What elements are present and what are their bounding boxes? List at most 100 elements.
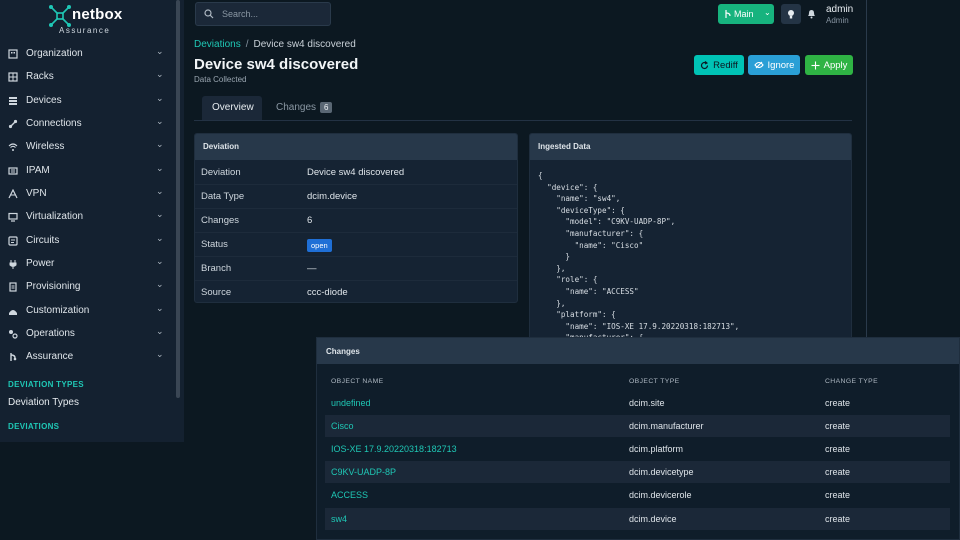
card-title: Deviation	[195, 134, 517, 160]
search-input[interactable]: Search...	[195, 2, 331, 26]
sidebar-item-racks[interactable]: Racks ⌄	[0, 66, 176, 88]
server-icon	[9, 97, 17, 105]
sidebar-item-circuits[interactable]: Circuits ⌄	[0, 230, 176, 252]
sidebar-item-wireless[interactable]: Wireless ⌄	[0, 136, 176, 158]
bell-icon[interactable]	[807, 9, 816, 19]
object-type: dcim.devicerole	[629, 490, 692, 500]
changes-count-badge: 6	[320, 102, 333, 113]
apply-button[interactable]: Apply	[805, 55, 853, 75]
tab-changes[interactable]: Changes 6	[266, 96, 336, 120]
object-name-link[interactable]: sw4	[331, 514, 347, 524]
table-row: undefined dcim.site create	[325, 392, 950, 414]
tab-overview[interactable]: Overview	[202, 96, 262, 120]
sidebar-item-customization[interactable]: Customization ⌄	[0, 300, 176, 322]
detail-value: ccc-diode	[307, 287, 348, 298]
detail-row: Changes 6	[195, 209, 517, 233]
rediff-button[interactable]: Rediff	[694, 55, 744, 75]
monitor-icon	[8, 212, 18, 222]
top-bar: Search... Main ⌄ admin Admin	[184, 0, 868, 30]
move-icon	[811, 61, 820, 69]
chevron-down-icon: ⌄	[156, 46, 164, 56]
sidebar-item-ipam[interactable]: IPAM ⌄	[0, 160, 176, 182]
detail-value: dcim.device	[307, 191, 358, 202]
sidebar-item-vpn[interactable]: VPN ⌄	[0, 183, 176, 205]
sidebar-item-label: Assurance	[26, 351, 74, 362]
ingested-json: { "device": { "name": "sw4", "deviceType…	[538, 171, 740, 342]
ipam-icon	[8, 167, 18, 175]
object-type: dcim.devicetype	[629, 467, 694, 477]
user-name[interactable]: admin	[826, 4, 853, 15]
power-icon	[9, 260, 17, 269]
sidebar-item-assurance[interactable]: Assurance ⌄	[0, 346, 176, 368]
sidebar-item-devices[interactable]: Devices ⌄	[0, 90, 176, 112]
object-name-link[interactable]: IOS-XE 17.9.20220318:182713	[331, 444, 457, 454]
change-type: create	[825, 398, 851, 408]
apply-label: Apply	[823, 59, 848, 71]
ignore-button[interactable]: Ignore	[748, 55, 800, 75]
sidebar-item-label: Circuits	[26, 235, 60, 246]
change-type: create	[825, 421, 851, 431]
lightbulb-icon	[788, 10, 794, 19]
column-header-object-type: OBJECT TYPE	[629, 378, 680, 385]
sidebar-item-provisioning[interactable]: Provisioning ⌄	[0, 276, 176, 298]
chevron-down-icon: ⌄	[156, 209, 164, 219]
object-name-link[interactable]: C9KV-UADP-8P	[331, 467, 396, 477]
table-row: sw4 dcim.device create	[325, 508, 950, 530]
deviation-card: Deviation Deviation Device sw4 discovered…	[194, 133, 518, 303]
chevron-down-icon: ⌄	[156, 349, 164, 359]
detail-key: Source	[201, 287, 232, 298]
object-name-link[interactable]: ACCESS	[331, 490, 368, 500]
sidebar-item-label: Provisioning	[26, 281, 81, 292]
object-type: dcim.platform	[629, 444, 684, 454]
chevron-down-icon: ⌄	[156, 303, 164, 313]
changes-title: Changes	[317, 338, 959, 364]
column-header-change-type: CHANGE TYPE	[825, 378, 878, 385]
table-row: ACCESS dcim.devicerole create	[325, 484, 950, 506]
chevron-down-icon: ⌄	[764, 8, 771, 17]
sidebar-item-label: IPAM	[26, 165, 50, 176]
provisioning-icon	[9, 282, 17, 292]
ignore-label: Ignore	[767, 59, 795, 71]
section-title-deviations: DEVIATIONS	[8, 422, 60, 431]
search-placeholder: Search...	[222, 9, 259, 19]
breadcrumb: Deviations / Device sw4 discovered	[194, 39, 356, 50]
vpn-icon	[8, 189, 18, 199]
object-type: dcim.device	[629, 514, 677, 524]
building-icon	[8, 49, 18, 59]
operations-icon	[9, 330, 18, 339]
chevron-down-icon: ⌄	[156, 163, 164, 173]
detail-row: Status open	[195, 233, 517, 257]
customization-icon	[9, 310, 17, 315]
sidebar-item-organization[interactable]: Organization ⌄	[0, 43, 176, 65]
connection-icon	[8, 119, 18, 129]
sidebar-item-label: Customization	[26, 305, 90, 316]
detail-value: Device sw4 discovered	[307, 167, 405, 178]
sidebar-item-label: Power	[26, 258, 55, 269]
sidebar-item-virtualization[interactable]: Virtualization ⌄	[0, 206, 176, 228]
sidebar-item-label: VPN	[26, 188, 47, 199]
branch-selector-button[interactable]: Main ⌄	[718, 4, 774, 24]
object-name-link[interactable]: Cisco	[331, 421, 354, 431]
table-row: C9KV-UADP-8P dcim.devicetype create	[325, 461, 950, 483]
user-role: Admin	[826, 16, 849, 25]
detail-row: Branch —	[195, 257, 517, 281]
table-row: Cisco dcim.manufacturer create	[325, 415, 950, 437]
chevron-down-icon: ⌄	[156, 233, 164, 243]
sidebar-scrollbar[interactable]	[176, 0, 180, 398]
theme-toggle-button[interactable]	[781, 4, 801, 24]
changes-panel: Changes OBJECT NAME OBJECT TYPE CHANGE T…	[316, 337, 960, 540]
sidebar-item-connections[interactable]: Connections ⌄	[0, 113, 176, 135]
eye-off-icon	[753, 61, 764, 69]
page-title: Device sw4 discovered	[194, 56, 359, 73]
object-name-link[interactable]: undefined	[331, 398, 371, 408]
brand-name: netbox	[72, 6, 123, 23]
tab-divider	[194, 120, 852, 121]
object-type: dcim.site	[629, 398, 665, 408]
sidebar-item-power[interactable]: Power ⌄	[0, 253, 176, 275]
detail-row: Source ccc-diode	[195, 281, 517, 302]
sidebar-item-label: Organization	[26, 48, 83, 59]
breadcrumb-link-deviations[interactable]: Deviations	[194, 39, 241, 50]
sidebar-link-deviation-types[interactable]: Deviation Types	[8, 397, 79, 408]
assurance-icon	[10, 353, 17, 361]
sidebar-item-operations[interactable]: Operations ⌄	[0, 323, 176, 345]
